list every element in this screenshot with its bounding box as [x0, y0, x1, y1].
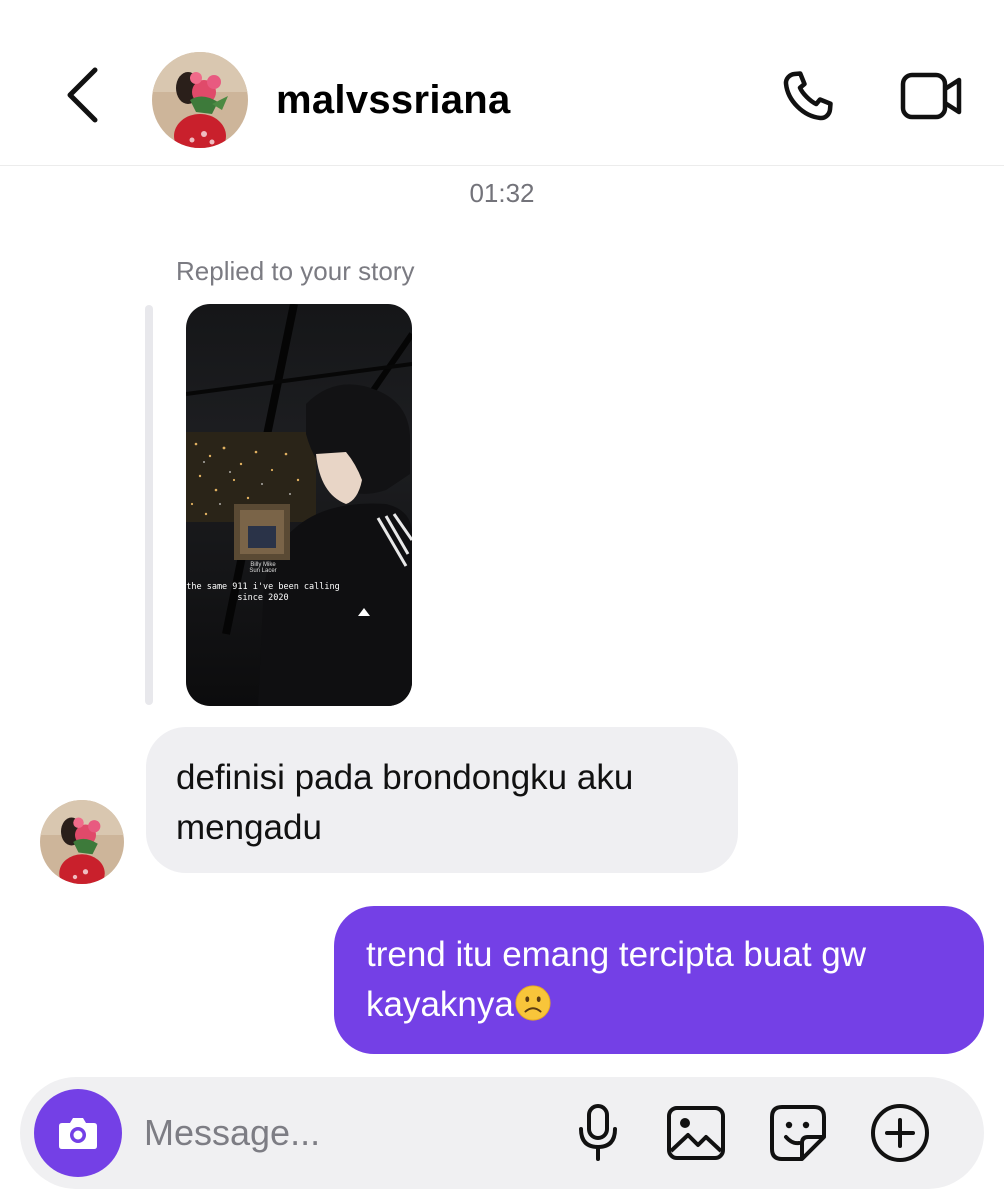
story-music-title: Billy Mike Sun Lacer	[249, 562, 277, 574]
sticker-button[interactable]	[766, 1101, 830, 1165]
outgoing-message-text: trend itu emang tercipta buat gw kayakny…	[366, 935, 867, 1024]
microphone-icon	[579, 1104, 617, 1161]
camera-icon	[59, 1118, 97, 1149]
image-icon	[667, 1106, 725, 1160]
chat-header: malvssriana	[0, 0, 1004, 166]
message-timestamp: 01:32	[469, 178, 535, 208]
story-reply-label: Replied to your story	[176, 256, 415, 286]
avatar-image	[40, 800, 124, 884]
camera-button[interactable]	[34, 1089, 122, 1177]
gallery-button[interactable]	[664, 1101, 728, 1165]
outgoing-message-bubble[interactable]: trend itu emang tercipta buat gw kayakny…	[334, 906, 984, 1054]
sender-avatar[interactable]	[40, 800, 124, 884]
contact-avatar[interactable]	[152, 52, 248, 148]
avatar-image	[152, 52, 248, 148]
sticker-icon	[770, 1105, 826, 1161]
contact-username[interactable]: malvssriana	[276, 76, 511, 124]
frowning-face-emoji-icon	[515, 985, 551, 1021]
incoming-message-text: definisi pada brondongku aku mengadu	[176, 758, 634, 847]
reply-quote-bar	[145, 305, 153, 705]
phone-icon	[783, 71, 833, 121]
video-call-button[interactable]	[896, 64, 968, 128]
message-composer	[20, 1077, 984, 1189]
story-thumbnail[interactable]: Billy Mike Sun Lacer the same 911 i've be…	[186, 304, 412, 706]
message-input[interactable]	[144, 1107, 544, 1159]
story-image	[186, 304, 412, 706]
voice-call-button[interactable]	[774, 64, 842, 128]
incoming-message-bubble[interactable]: definisi pada brondongku aku mengadu	[146, 727, 738, 873]
video-camera-icon	[900, 72, 962, 120]
voice-message-button[interactable]	[566, 1101, 630, 1165]
plus-circle-icon	[871, 1104, 929, 1162]
back-button[interactable]	[58, 62, 106, 128]
story-caption: the same 911 i've been calling since 202…	[186, 582, 340, 603]
more-options-button[interactable]	[868, 1101, 932, 1165]
chevron-left-icon	[67, 67, 98, 123]
